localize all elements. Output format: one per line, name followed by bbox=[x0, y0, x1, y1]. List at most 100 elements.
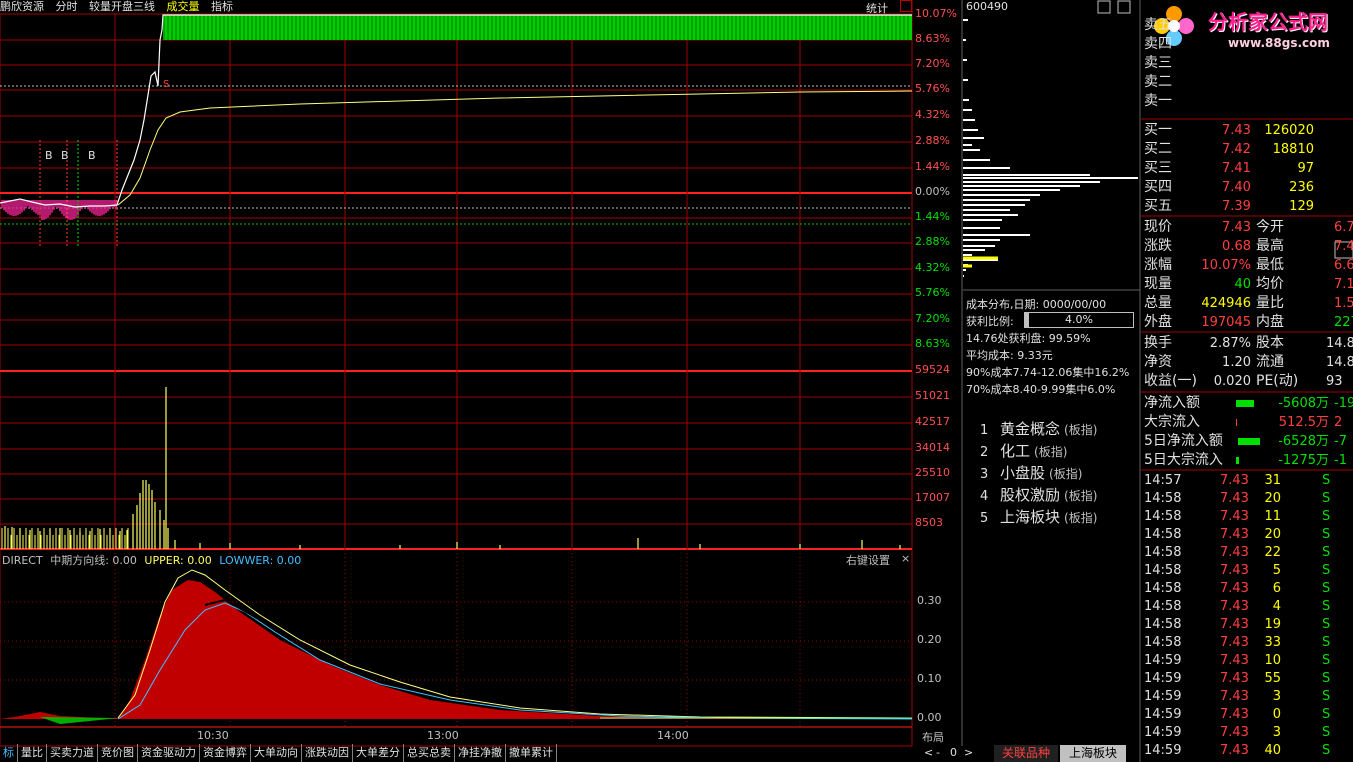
ask-row: 卖五 bbox=[1144, 16, 1353, 35]
flow-value: -6528万 bbox=[1278, 434, 1329, 449]
quote-row: 外盘 197045 内盘 22790 bbox=[1144, 313, 1353, 332]
concept-name: 上海板块 bbox=[1000, 508, 1061, 526]
time-label: 13:00 bbox=[427, 729, 459, 742]
cost-line: 70%成本8.40-9.99集中6.0% bbox=[966, 383, 1116, 396]
prev-arrow-icon[interactable]: < bbox=[924, 746, 933, 759]
indicator-header: DIRECT 中期方向线: 0.00 UPPER: 0.00 LOWWER: 0… bbox=[2, 552, 301, 568]
tick-side: S bbox=[1322, 563, 1331, 578]
tick-side: S bbox=[1322, 725, 1331, 740]
tick-volume: 33 bbox=[1264, 635, 1281, 650]
concept-tag: (板指) bbox=[1034, 445, 1068, 459]
quote-value: 7.4 bbox=[1334, 239, 1353, 254]
tick-row: 14:58 7.43 19 S bbox=[1144, 616, 1353, 634]
concept-name: 股权激励 bbox=[1000, 486, 1061, 504]
indicator-upper: UPPER: 0.00 bbox=[144, 554, 212, 567]
tick-volume: 11 bbox=[1264, 509, 1281, 524]
concept-index: 2 bbox=[980, 445, 989, 460]
quote-label: 现价 bbox=[1144, 219, 1172, 235]
quote-value: 40 bbox=[1234, 277, 1251, 292]
ask-label: 卖三 bbox=[1144, 55, 1172, 71]
bottom-tab[interactable]: 净挂净撤 bbox=[455, 744, 506, 762]
tick-row: 14:59 7.43 55 S bbox=[1144, 670, 1353, 688]
tick-row: 14:59 7.43 10 S bbox=[1144, 652, 1353, 670]
tick-row: 14:58 7.43 5 S bbox=[1144, 562, 1353, 580]
tick-time: 14:58 bbox=[1144, 527, 1182, 542]
bottom-tab[interactable]: 大单动向 bbox=[251, 744, 302, 762]
flow-row: 大宗流入 512.5万 2 bbox=[1144, 413, 1353, 432]
quote-label: 现量 bbox=[1144, 276, 1172, 292]
concept-item[interactable]: 2 化工 (板指) bbox=[980, 440, 1067, 461]
quote-value: 10.07% bbox=[1201, 258, 1251, 273]
tick-price: 7.43 bbox=[1220, 473, 1249, 488]
fundamental-label: PE(动) bbox=[1256, 373, 1299, 389]
tick-volume: 20 bbox=[1264, 491, 1281, 506]
concept-name: 小盘股 bbox=[1000, 464, 1046, 482]
volume-tick: 34014 bbox=[915, 441, 950, 454]
close-indicator-icon[interactable]: × bbox=[901, 552, 910, 565]
quote-value: 197045 bbox=[1201, 315, 1251, 330]
tab-shanghai[interactable]: 上海板块 bbox=[1060, 745, 1126, 762]
fundamental-value: 93 bbox=[1326, 374, 1343, 389]
buy-marker: B bbox=[88, 149, 96, 162]
bottom-tab[interactable]: 资金博弈 bbox=[200, 744, 251, 762]
tick-side: S bbox=[1322, 653, 1331, 668]
bottom-tab[interactable]: 量比 bbox=[18, 744, 47, 762]
tick-row: 14:57 7.43 31 S bbox=[1144, 472, 1353, 490]
concept-item[interactable]: 5 上海板块 (板指) bbox=[980, 506, 1097, 527]
minus-icon[interactable]: - bbox=[936, 746, 940, 759]
layout-button[interactable]: 布局 bbox=[922, 729, 944, 745]
ask-row: 卖二 bbox=[1144, 73, 1353, 92]
tick-row: 14:58 7.43 22 S bbox=[1144, 544, 1353, 562]
price-line bbox=[0, 14, 912, 208]
bid-row: 买三 7.41 97 bbox=[1144, 160, 1314, 176]
flow-bar bbox=[1236, 419, 1237, 426]
quote-label: 最高 bbox=[1256, 238, 1284, 254]
ask-label: 卖一 bbox=[1144, 93, 1172, 109]
next-arrow-icon[interactable]: > bbox=[964, 746, 973, 759]
price-tick: 4.32% bbox=[915, 261, 950, 274]
price-tick: 5.76% bbox=[915, 286, 950, 299]
ask-row: 卖四 bbox=[1144, 35, 1353, 54]
bottom-tab[interactable]: 涨跌动因 bbox=[302, 744, 353, 762]
tick-price: 7.43 bbox=[1220, 581, 1249, 596]
tick-side: S bbox=[1322, 473, 1331, 488]
price-tick: 8.63% bbox=[915, 337, 950, 350]
quote-label: 均价 bbox=[1256, 276, 1284, 292]
tick-row: 14:58 7.43 33 S bbox=[1144, 634, 1353, 652]
bottom-tab[interactable]: 竞价图 bbox=[98, 744, 138, 762]
tick-volume: 4 bbox=[1272, 599, 1281, 614]
zero-icon[interactable]: 0 bbox=[950, 746, 957, 759]
bottom-tab[interactable]: 买卖力道 bbox=[47, 744, 98, 762]
fundamental-label: 流通 bbox=[1256, 354, 1284, 370]
tick-price: 7.43 bbox=[1220, 707, 1249, 722]
bid-price: 7.39 bbox=[1222, 199, 1251, 214]
bottom-tab[interactable]: 撤单累计 bbox=[506, 744, 557, 762]
fundamental-row: 净资 1.20 流通 14.8亿 bbox=[1144, 353, 1353, 372]
volume-tick: 25510 bbox=[915, 466, 950, 479]
profit-ratio-bar: 4.0% bbox=[1024, 312, 1134, 328]
price-tick: 4.32% bbox=[915, 108, 950, 121]
fundamental-row: 换手 2.87% 股本 14.8亿 bbox=[1144, 334, 1353, 353]
bottom-tab[interactable]: 总买总卖 bbox=[404, 744, 455, 762]
right-click-setting[interactable]: 右键设置 bbox=[846, 552, 890, 568]
tab-related[interactable]: 关联品种 bbox=[994, 745, 1058, 762]
quote-row: 现量 40 均价 7.1 bbox=[1144, 275, 1353, 294]
flow-label: 5日大宗流入 bbox=[1144, 452, 1223, 468]
tick-row: 14:59 7.43 3 S bbox=[1144, 688, 1353, 706]
quote-label: 外盘 bbox=[1144, 314, 1172, 330]
bottom-tab[interactable]: 标 bbox=[0, 744, 18, 762]
tick-time: 14:58 bbox=[1144, 545, 1182, 560]
concept-item[interactable]: 3 小盘股 (板指) bbox=[980, 462, 1082, 483]
concept-item[interactable]: 1 黄金概念 (板指) bbox=[980, 418, 1097, 439]
bid-row: 买一 7.43 126020 bbox=[1144, 122, 1314, 138]
indicator-tick: 0.30 bbox=[917, 594, 942, 607]
concept-item[interactable]: 4 股权激励 (板指) bbox=[980, 484, 1097, 505]
volume-tick: 17007 bbox=[915, 491, 950, 504]
tick-row: 14:59 7.43 40 S bbox=[1144, 742, 1353, 760]
fundamental-label: 股本 bbox=[1256, 335, 1284, 351]
bottom-tab-bar: 标量比 买卖力道 竞价图 资金驱动力 资金博弈 大单动向 涨跌动因 大单差分 总买总卖 净挂净撤撤… bbox=[0, 744, 960, 762]
bottom-tab[interactable]: 资金驱动力 bbox=[138, 744, 200, 762]
concept-index: 4 bbox=[980, 489, 989, 504]
flow-value: 512.5万 bbox=[1278, 415, 1329, 430]
bottom-tab[interactable]: 大单差分 bbox=[353, 744, 404, 762]
